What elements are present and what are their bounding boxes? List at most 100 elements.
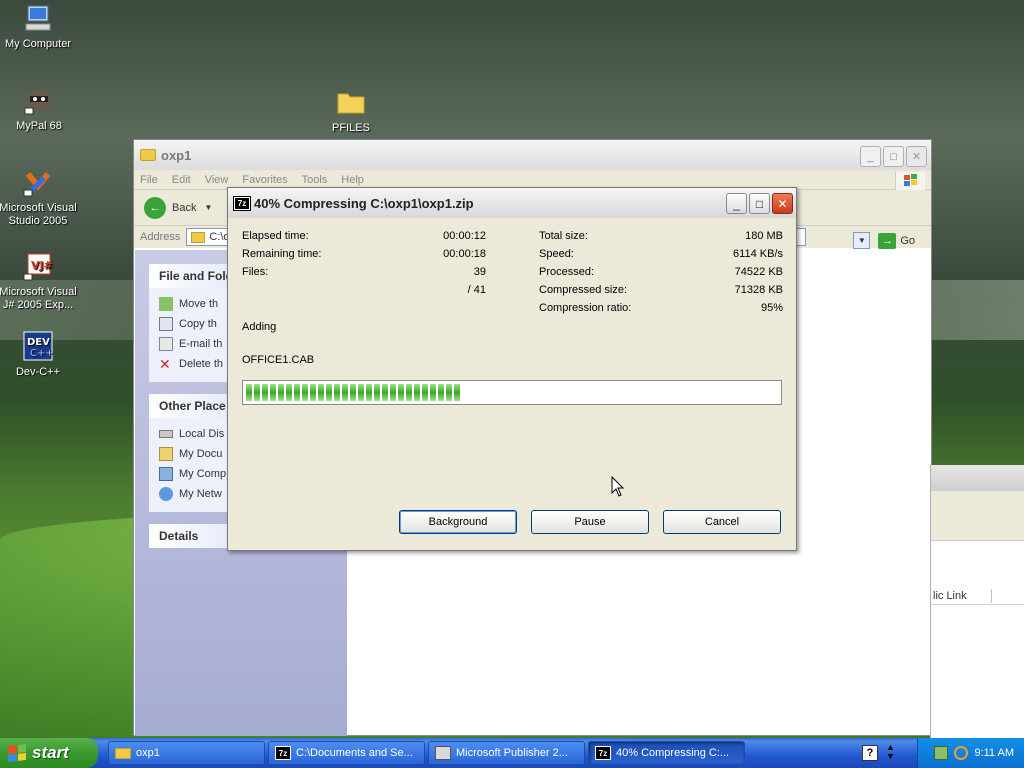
installer-icon: [435, 746, 451, 760]
taskbar-item-publisher[interactable]: Microsoft Publisher 2...: [428, 741, 585, 765]
column-divider[interactable]: [991, 589, 992, 603]
explorer-title: oxp1: [161, 147, 192, 163]
files-value: 39: [473, 266, 486, 278]
taskbar-item-compressing[interactable]: 7z 40% Compressing C:...: [588, 741, 745, 765]
progress-segment: [358, 384, 364, 401]
background-window[interactable]: lic Link: [930, 465, 1024, 740]
total-size-value: 180 MB: [745, 230, 783, 242]
menu-edit[interactable]: Edit: [172, 174, 191, 186]
dialog-window-controls: _ □ ✕: [726, 193, 793, 214]
compressed-size-value: 71328 KB: [734, 284, 783, 296]
go-label: Go: [900, 234, 915, 247]
email-icon: [159, 337, 173, 351]
7zip-icon: 7z: [233, 195, 251, 211]
progress-segment: [310, 384, 316, 401]
desktop-icon-label: Dev-C++: [15, 366, 61, 378]
background-window-titlebar[interactable]: [931, 465, 1024, 491]
progress-segment: [446, 384, 452, 401]
minimize-button[interactable]: _: [860, 146, 881, 167]
menu-tools[interactable]: Tools: [302, 174, 328, 186]
progress-segment: [382, 384, 388, 401]
raccoon-icon: [24, 89, 50, 115]
menu-favorites[interactable]: Favorites: [242, 174, 287, 186]
address-label: Address: [140, 231, 181, 243]
progress-segment: [342, 384, 348, 401]
compression-ratio-value: 95%: [760, 302, 783, 314]
files-total-value: / 41: [467, 284, 486, 296]
elapsed-time-label: Elapsed time:: [242, 230, 309, 242]
progress-segment: [246, 384, 252, 401]
desktop-icon-label: Microsoft Visual J# 2005 Exp...: [0, 286, 77, 311]
current-file-label: OFFICE1.CAB: [242, 354, 315, 366]
cancel-button[interactable]: Cancel: [663, 510, 781, 534]
total-size-label: Total size:: [539, 230, 588, 242]
network-tray-icon[interactable]: [934, 746, 949, 760]
compression-dialog[interactable]: 7z 40% Compressing C:\oxp1\oxp1.zip _ □ …: [227, 187, 797, 551]
close-button[interactable]: ✕: [772, 193, 793, 214]
menu-file[interactable]: File: [140, 174, 158, 186]
progress-bar: [242, 380, 782, 405]
pause-button[interactable]: Pause: [531, 510, 649, 534]
elapsed-time-value: 00:00:12: [443, 230, 486, 242]
progress-segment: [430, 384, 436, 401]
visual-jsharp-icon: VJ#: [23, 253, 53, 281]
progress-segment: [262, 384, 268, 401]
maximize-button[interactable]: □: [883, 146, 904, 167]
progress-segment: [374, 384, 380, 401]
progress-segment: [294, 384, 300, 401]
progress-segment: [438, 384, 444, 401]
explorer-titlebar[interactable]: oxp1: [134, 140, 931, 170]
remaining-time-value: 00:00:18: [443, 248, 486, 260]
desktop-icon-mypal[interactable]: MyPal 68: [0, 84, 79, 133]
go-arrow-icon: →: [878, 232, 897, 249]
desktop-icon-label: PFILES: [332, 122, 370, 134]
computer-icon: [25, 5, 51, 31]
folder-icon: [191, 231, 206, 243]
7zip-icon: 7z: [275, 746, 291, 760]
desktop-icon-label: MyPal 68: [16, 120, 62, 132]
chevron-down-icon[interactable]: ▼: [204, 203, 212, 212]
desktop-icon-pfiles[interactable]: PFILES: [311, 86, 391, 135]
taskbar-item-documents[interactable]: 7z C:\Documents and Se...: [268, 741, 425, 765]
progress-segment: [326, 384, 332, 401]
progress-segment: [454, 384, 460, 401]
start-label: start: [32, 743, 69, 762]
processed-label: Processed:: [539, 266, 595, 278]
progress-segment: [254, 384, 260, 401]
processed-value: 74522 KB: [734, 266, 783, 278]
back-arrow-icon[interactable]: ←: [144, 196, 166, 219]
tray-expand-icon[interactable]: ▲ ▼: [886, 743, 895, 761]
folder-icon: [115, 747, 131, 759]
column-label: lic Link: [933, 589, 967, 602]
minimize-button[interactable]: _: [726, 193, 747, 214]
dialog-titlebar[interactable]: 7z 40% Compressing C:\oxp1\oxp1.zip: [228, 188, 796, 218]
background-button[interactable]: Background: [399, 510, 517, 534]
desktop-icon-my-computer[interactable]: My Computer: [0, 2, 78, 51]
desktop-icon-visual-jsharp[interactable]: VJ# Microsoft Visual J# 2005 Exp...: [0, 250, 78, 312]
desktop-icon-visual-studio[interactable]: Microsoft Visual Studio 2005: [0, 166, 78, 228]
copy-icon: [159, 317, 173, 331]
clock[interactable]: 9:11 AM: [974, 747, 1014, 759]
menu-help[interactable]: Help: [341, 174, 364, 186]
back-button[interactable]: Back: [172, 202, 196, 214]
progress-segment: [334, 384, 340, 401]
maximize-button[interactable]: □: [749, 193, 770, 214]
progress-segment: [414, 384, 420, 401]
desktop-icon-devcpp[interactable]: DEV C++ Dev-C++: [0, 330, 78, 379]
address-dropdown-icon[interactable]: ▼: [853, 232, 871, 249]
go-button[interactable]: ▼ → Go: [853, 232, 915, 249]
search-tray-icon[interactable]: [954, 746, 969, 760]
taskbar-item-oxp1[interactable]: oxp1: [108, 741, 265, 765]
close-button[interactable]: ✕: [906, 146, 927, 167]
start-button[interactable]: start: [0, 738, 98, 768]
progress-segment: [422, 384, 428, 401]
explorer-window-controls: _ □ ✕: [860, 146, 927, 167]
network-icon: [159, 487, 173, 501]
progress-fill: [246, 384, 778, 401]
column-header[interactable]: lic Link: [931, 587, 1024, 605]
menu-view[interactable]: View: [205, 174, 229, 186]
compression-ratio-label: Compression ratio:: [539, 302, 632, 314]
progress-segment: [318, 384, 324, 401]
help-icon[interactable]: ?: [862, 745, 878, 761]
svg-text:DEV: DEV: [27, 337, 50, 348]
